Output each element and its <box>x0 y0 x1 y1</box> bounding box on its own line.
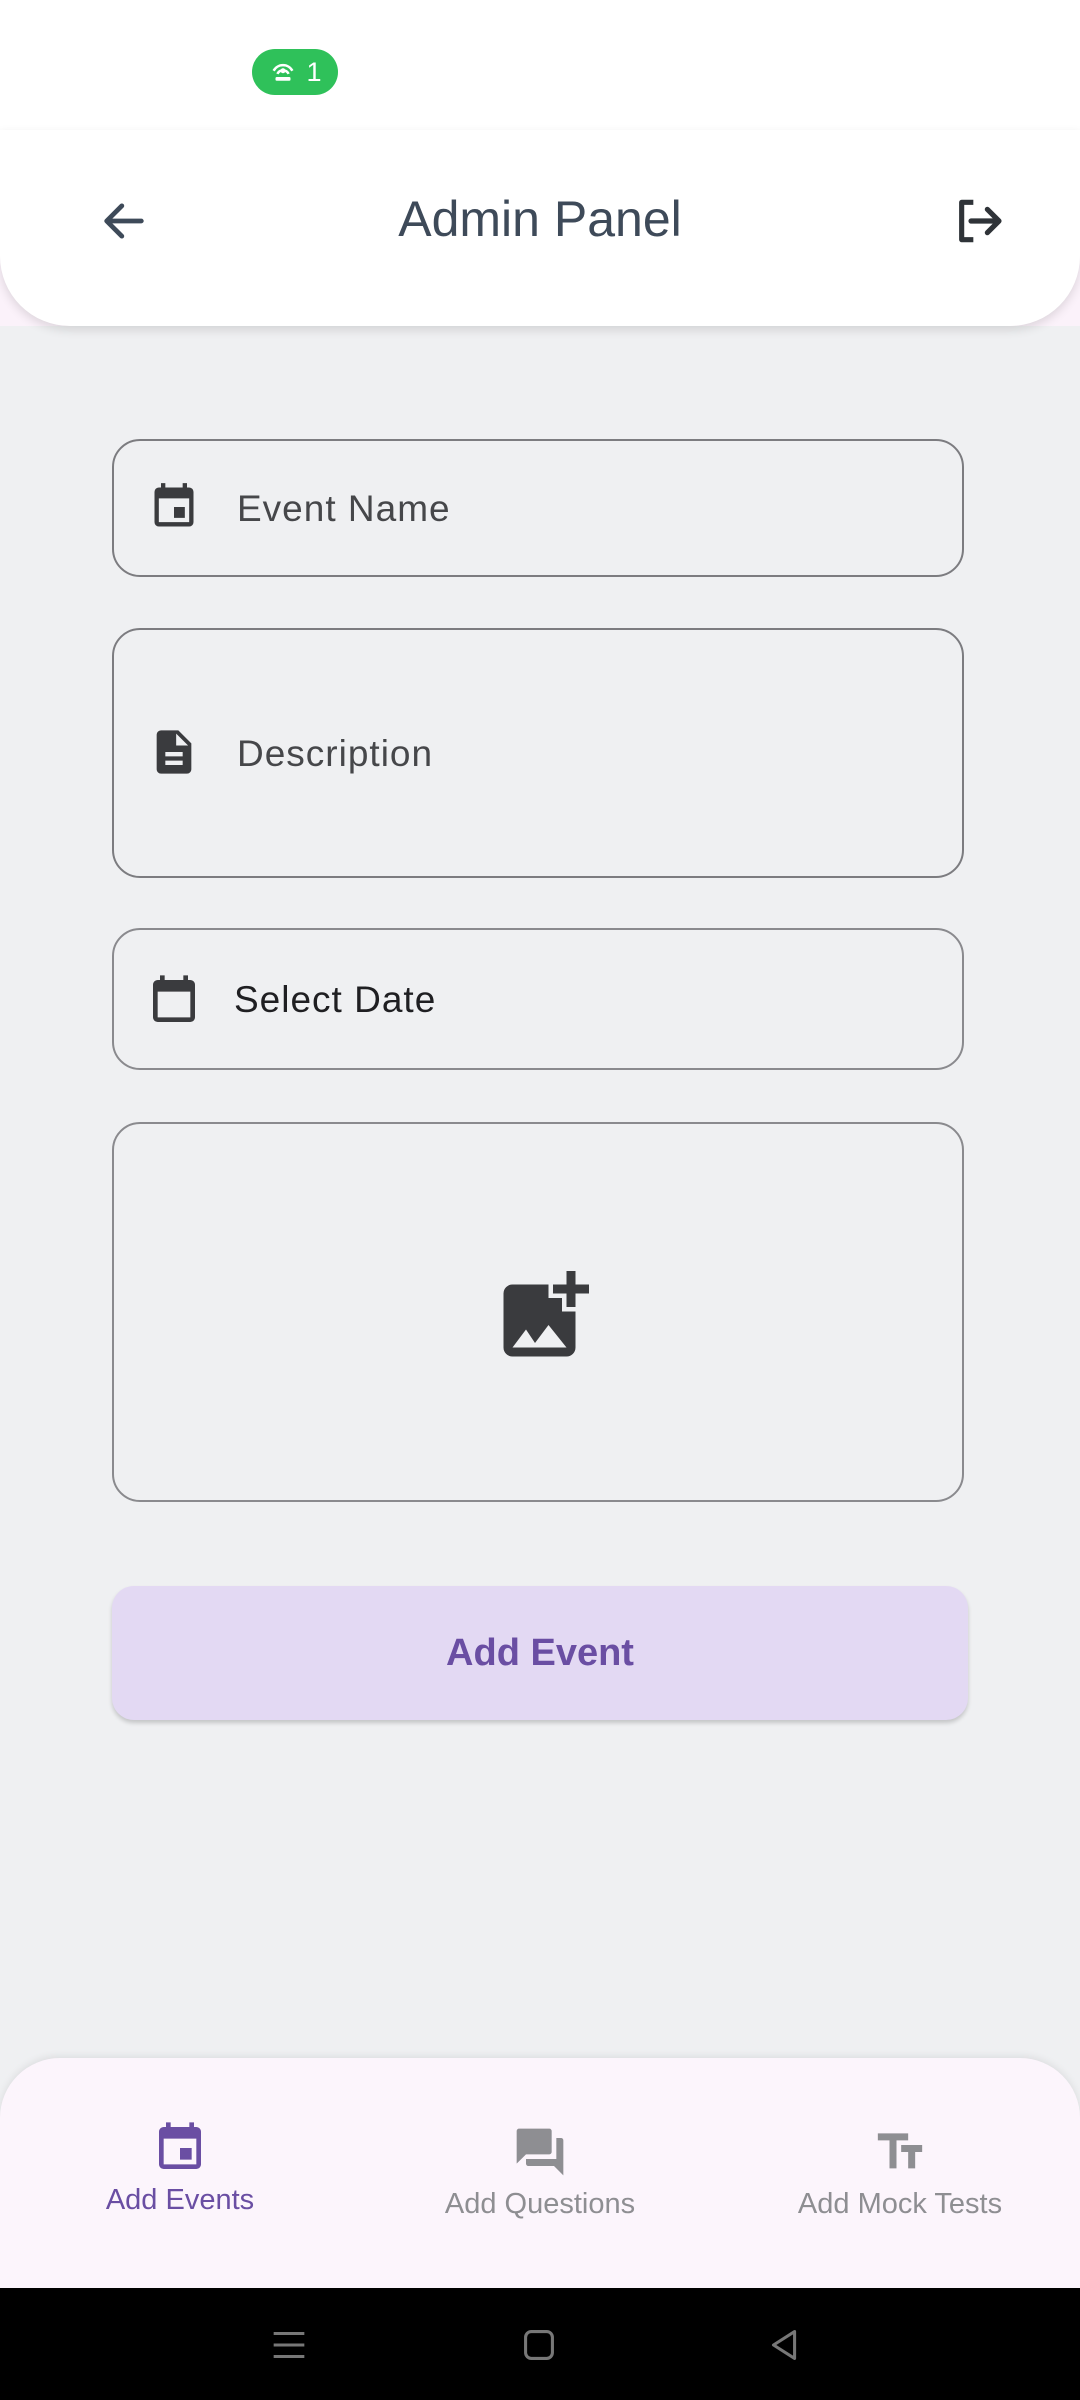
logout-icon <box>959 199 1002 243</box>
event-name-placeholder: Event Name <box>237 488 451 529</box>
description-placeholder: Description <box>237 733 434 774</box>
hotspot-count: 1 <box>306 56 322 87</box>
hotspot-indicator: 1 <box>252 49 338 95</box>
logout-button[interactable] <box>942 185 1014 257</box>
nav-label-add-events: Add Events <box>105 2184 255 2216</box>
nav-label-add-questions: Add Questions <box>444 2188 636 2220</box>
forum-icon <box>516 2128 564 2176</box>
home-icon[interactable] <box>516 2322 562 2368</box>
page-title: Admin Panel <box>398 191 682 247</box>
nav-item-add-events[interactable]: Add Events <box>0 2120 360 2240</box>
image-picker[interactable] <box>112 1122 964 1502</box>
date-picker-field[interactable]: Select Date <box>112 928 964 1070</box>
date-placeholder: Select Date <box>234 979 437 1020</box>
add-photo-icon <box>503 1271 589 1357</box>
system-navigation-bar <box>0 2288 1080 2400</box>
event-icon <box>159 2122 201 2169</box>
add-event-button[interactable]: Add Event <box>112 1586 968 1720</box>
calendar-icon <box>153 975 195 1022</box>
description-field[interactable]: Description <box>112 628 964 878</box>
event-name-field[interactable]: Event Name <box>112 439 964 577</box>
event-icon <box>154 483 194 527</box>
status-bar: 1 <box>0 0 1080 130</box>
description-icon <box>156 730 192 774</box>
nav-item-add-mock-tests[interactable]: Add Mock Tests <box>720 2124 1080 2244</box>
nav-label-add-mock-tests: Add Mock Tests <box>797 2188 1003 2220</box>
text-fields-icon <box>877 2133 923 2169</box>
back-triangle-icon[interactable] <box>762 2322 808 2368</box>
nav-item-add-questions[interactable]: Add Questions <box>360 2124 720 2244</box>
menu-icon[interactable] <box>266 2322 312 2368</box>
hotspot-icon <box>273 63 294 81</box>
bottom-navigation: Add Events Add Questions Add Mock Tests <box>0 2058 1080 2288</box>
app-bar: Admin Panel <box>0 130 1080 326</box>
